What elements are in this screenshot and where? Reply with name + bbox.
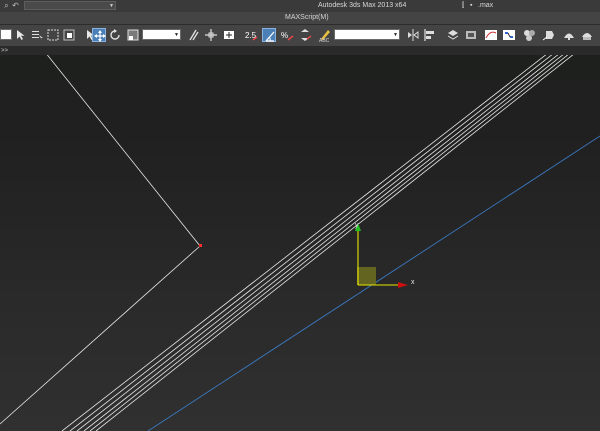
app-title: Autodesk 3ds Max 2013 x64 bbox=[318, 2, 407, 9]
gizmo-x-arrow bbox=[398, 282, 408, 288]
svg-text:%: % bbox=[281, 31, 288, 40]
vertex-marker bbox=[199, 244, 202, 247]
render-setup-icon[interactable] bbox=[542, 28, 556, 42]
select-object-icon[interactable] bbox=[14, 28, 28, 42]
angle-snap-icon[interactable] bbox=[262, 28, 276, 42]
rendered-frame-window-icon[interactable] bbox=[562, 28, 576, 42]
layer-manager-icon[interactable] bbox=[446, 28, 460, 42]
menu-bar: MAXScript(M) bbox=[0, 12, 600, 25]
separator-icon: ⫿ bbox=[462, 2, 465, 9]
rectangular-selection-icon[interactable] bbox=[46, 28, 60, 42]
main-toolbar: ▼ 2.5 % ABC ▼ bbox=[0, 25, 600, 47]
align-icon[interactable] bbox=[424, 28, 438, 42]
snaps-toggle-icon[interactable]: 2.5 bbox=[244, 28, 258, 42]
viewport[interactable]: x y bbox=[0, 55, 600, 431]
command-line[interactable]: >> bbox=[0, 47, 600, 55]
transform-gizmo[interactable]: x y bbox=[355, 222, 415, 288]
undo-icon[interactable]: ↶ bbox=[11, 1, 20, 10]
select-manipulate-icon[interactable] bbox=[204, 28, 218, 42]
render-production-icon[interactable] bbox=[580, 28, 594, 42]
material-editor-icon[interactable] bbox=[522, 28, 536, 42]
schematic-view-icon[interactable] bbox=[502, 28, 516, 42]
named-selection-dropdown[interactable]: ▼ bbox=[334, 29, 400, 40]
file-title: .max bbox=[478, 2, 494, 9]
gizmo-x-label: x bbox=[411, 279, 415, 286]
file-icon: ▪ bbox=[470, 2, 473, 9]
diagonal-line bbox=[69, 55, 553, 431]
window-crossing-icon[interactable] bbox=[62, 28, 76, 42]
diagonal-line bbox=[61, 55, 547, 431]
select-and-rotate-icon[interactable] bbox=[108, 28, 122, 42]
parallel-line-group bbox=[61, 55, 574, 431]
keyboard-shortcut-icon[interactable] bbox=[222, 28, 236, 42]
select-and-move-icon[interactable] bbox=[92, 28, 106, 42]
app-menu-icon[interactable]: ⌕ bbox=[2, 1, 11, 10]
gizmo-xy-plane[interactable] bbox=[357, 267, 376, 285]
edit-named-selection-icon[interactable]: ABC bbox=[318, 28, 332, 42]
select-and-scale-icon[interactable] bbox=[126, 28, 140, 42]
viewport-canvas: x y bbox=[0, 55, 600, 431]
command-line-text: >> bbox=[1, 48, 9, 54]
percent-snap-icon[interactable]: % bbox=[280, 28, 294, 42]
selection-filter-dropdown[interactable] bbox=[0, 29, 12, 40]
diagonal-line bbox=[95, 55, 574, 431]
workspace-dropdown[interactable]: ▼ bbox=[24, 1, 116, 10]
mirror-icon[interactable] bbox=[406, 28, 420, 42]
select-by-name-icon[interactable] bbox=[30, 28, 44, 42]
polyline-edge bbox=[0, 55, 201, 425]
chevron-down-icon: ▼ bbox=[174, 32, 179, 38]
chevron-down-icon: ▼ bbox=[109, 3, 114, 9]
pivot-center-icon[interactable] bbox=[186, 28, 200, 42]
svg-text:ABC: ABC bbox=[319, 38, 330, 42]
menu-item-maxscript[interactable]: MAXScript(M) bbox=[285, 14, 329, 21]
gizmo-y-label: y bbox=[355, 222, 359, 229]
spinner-snap-icon[interactable] bbox=[298, 28, 312, 42]
curve-editor-icon[interactable] bbox=[484, 28, 498, 42]
graphite-tools-icon[interactable] bbox=[464, 28, 478, 42]
reference-coordinate-dropdown[interactable]: ▼ bbox=[142, 29, 181, 40]
chevron-down-icon: ▼ bbox=[393, 32, 398, 38]
